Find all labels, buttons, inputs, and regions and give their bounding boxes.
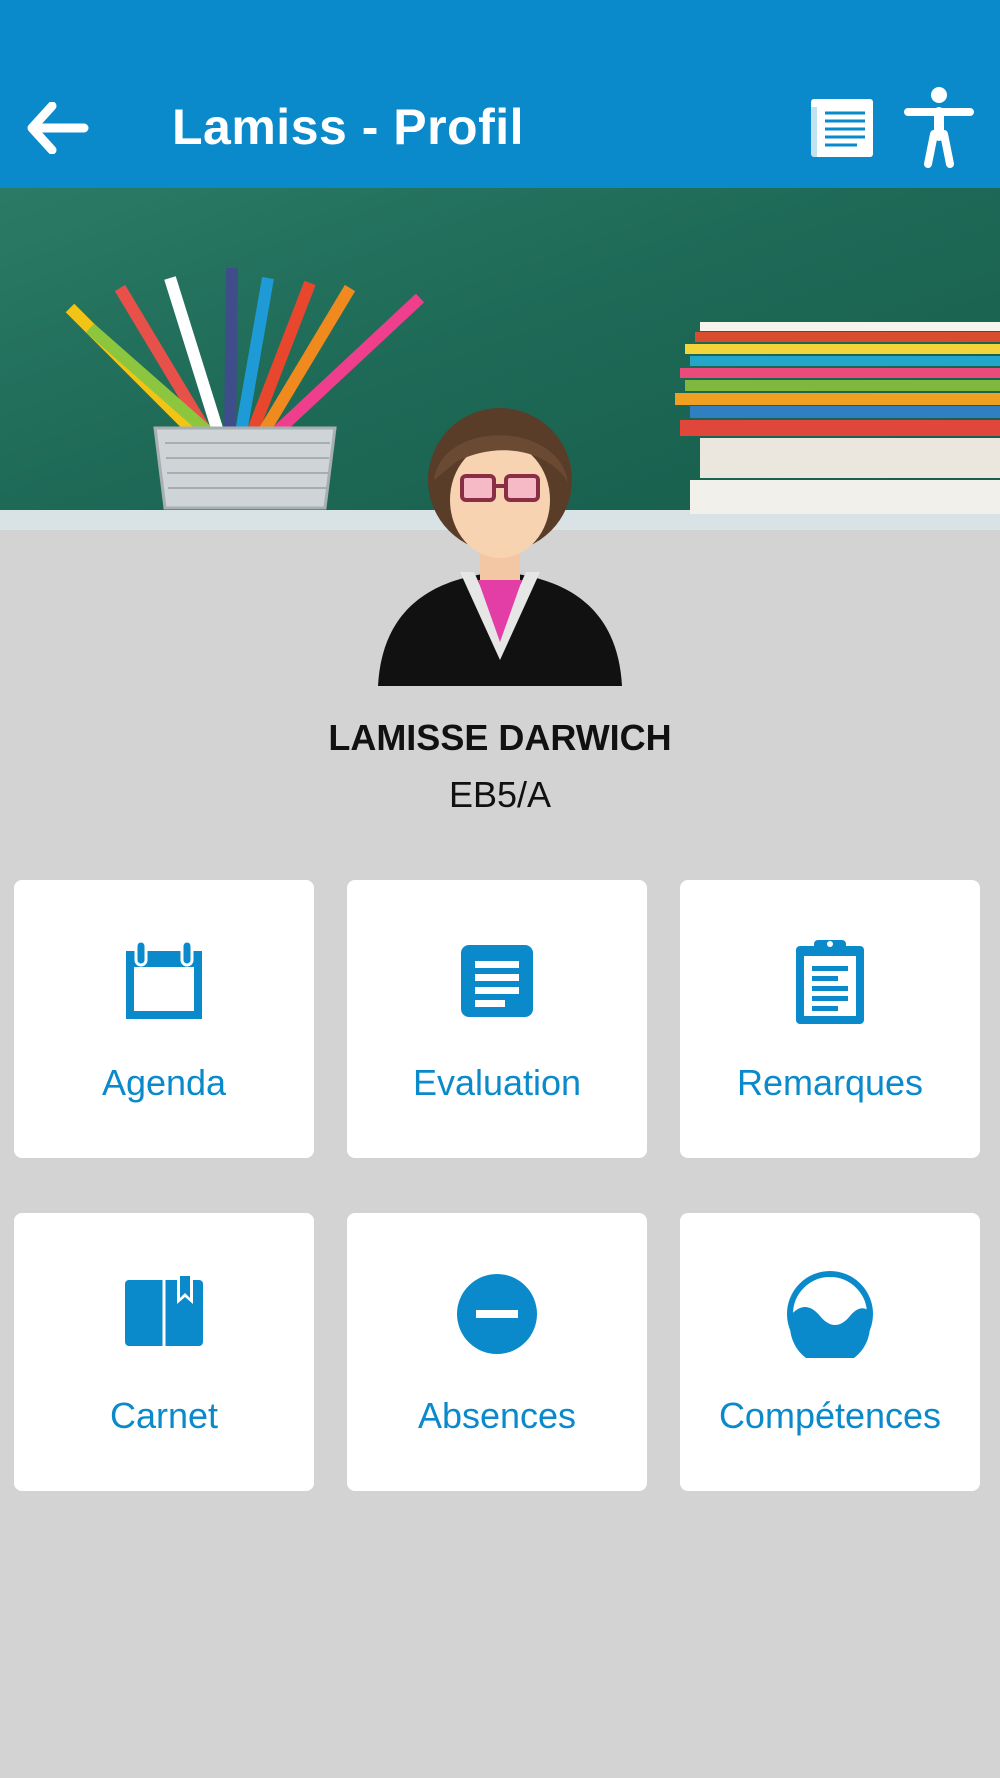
tile-agenda[interactable]: Agenda bbox=[14, 880, 314, 1158]
avatar bbox=[378, 400, 622, 690]
clipboard-icon bbox=[796, 940, 864, 1024]
back-button[interactable] bbox=[22, 92, 94, 164]
document-icon bbox=[461, 945, 533, 1017]
tile-competences[interactable]: Compétences bbox=[680, 1213, 980, 1491]
app-bar: Lamiss - Profil bbox=[0, 0, 1000, 188]
tile-label: Compétences bbox=[718, 1395, 942, 1436]
minus-circle-icon bbox=[457, 1274, 537, 1354]
profile-name: LAMISSE DARWICH bbox=[328, 717, 672, 758]
profile-class: EB5/A bbox=[448, 774, 552, 815]
tile-carnet[interactable]: Carnet bbox=[14, 1213, 314, 1491]
news-button[interactable] bbox=[805, 90, 879, 164]
tile-remarques[interactable]: Remarques bbox=[680, 880, 980, 1158]
tile-label: Absences bbox=[417, 1395, 577, 1436]
newspaper-icon bbox=[811, 99, 873, 157]
book-icon bbox=[125, 1276, 203, 1350]
pencils-illustration bbox=[65, 267, 425, 443]
tile-evaluation[interactable]: Evaluation bbox=[347, 880, 647, 1158]
wave-circle-icon bbox=[787, 1271, 873, 1358]
books-illustration bbox=[675, 322, 1000, 514]
tile-label: Evaluation bbox=[412, 1062, 582, 1103]
tile-label: Agenda bbox=[101, 1062, 227, 1103]
tile-absences[interactable]: Absences bbox=[347, 1213, 647, 1491]
accessibility-icon bbox=[904, 87, 974, 168]
calendar-icon bbox=[126, 939, 202, 1019]
arrow-left-icon bbox=[27, 102, 89, 154]
tile-label: Carnet bbox=[109, 1395, 219, 1436]
accessibility-button[interactable] bbox=[900, 84, 978, 170]
tile-label: Remarques bbox=[736, 1062, 924, 1103]
page-title: Lamiss - Profil bbox=[172, 99, 525, 155]
